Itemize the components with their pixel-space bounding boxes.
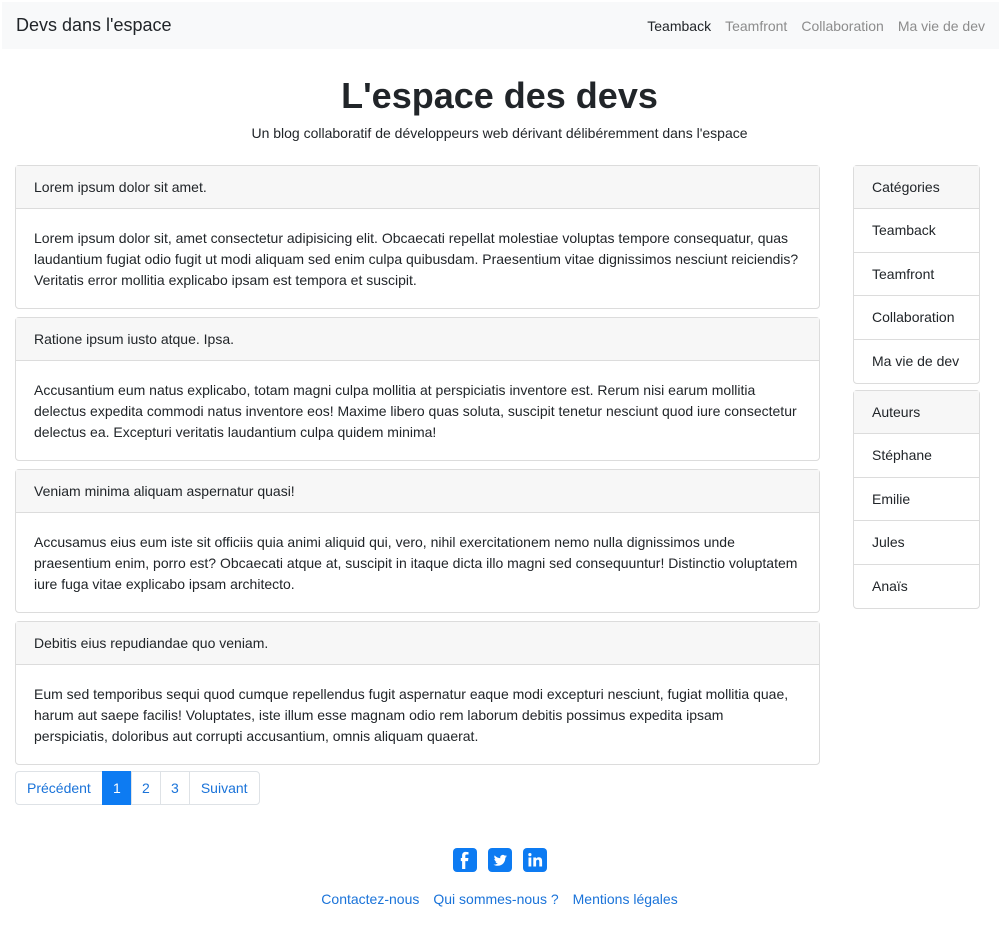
footer-links: Contactez-nous Qui sommes-nous ? Mention… <box>0 891 999 907</box>
post-card: Lorem ipsum dolor sit amet. Lorem ipsum … <box>15 165 820 309</box>
posts-list: Lorem ipsum dolor sit amet. Lorem ipsum … <box>15 165 820 773</box>
post-card: Ratione ipsum iusto atque. Ipsa. Accusan… <box>15 317 820 461</box>
category-item-ma-vie-de-dev[interactable]: Ma vie de dev <box>854 340 979 384</box>
nav-link-collaboration[interactable]: Collaboration <box>801 18 884 34</box>
post-card: Veniam minima aliquam aspernatur quasi! … <box>15 469 820 613</box>
twitter-icon[interactable] <box>487 848 512 872</box>
category-item-teamback[interactable]: Teamback <box>854 209 979 253</box>
post-title[interactable]: Ratione ipsum iusto atque. Ipsa. <box>16 318 819 361</box>
pagination-page-1[interactable]: 1 <box>101 771 132 805</box>
pagination-page-3[interactable]: 3 <box>159 771 190 805</box>
page-subtitle: Un blog collaboratif de développeurs web… <box>251 125 748 141</box>
post-body: Accusantium eum natus explicabo, totam m… <box>34 382 797 440</box>
brand-link[interactable]: Devs dans l'espace <box>16 15 172 36</box>
authors-panel: Auteurs Stéphane Emilie Jules Anaïs <box>853 390 980 609</box>
linkedin-icon[interactable] <box>522 848 547 872</box>
hero: L'espace des devs Un blog collaboratif d… <box>0 75 999 141</box>
author-item-anais[interactable]: Anaïs <box>854 565 979 609</box>
navbar: Devs dans l'espace Teamback Teamfront Co… <box>2 2 999 49</box>
pagination-next-button[interactable]: Suivant <box>188 771 260 805</box>
post-title[interactable]: Lorem ipsum dolor sit amet. <box>16 166 819 209</box>
footer: Contactez-nous Qui sommes-nous ? Mention… <box>0 848 999 907</box>
post-card: Debitis eius repudiandae quo veniam. Eum… <box>15 621 820 765</box>
post-title[interactable]: Debitis eius repudiandae quo veniam. <box>16 622 819 665</box>
categories-header: Catégories <box>854 166 979 209</box>
footer-link-contact[interactable]: Contactez-nous <box>321 891 419 907</box>
author-item-emilie[interactable]: Emilie <box>854 478 979 521</box>
page-title: L'espace des devs <box>341 75 658 116</box>
social-links <box>0 848 999 872</box>
post-body: Lorem ipsum dolor sit, amet consectetur … <box>34 230 799 288</box>
pagination-page-2[interactable]: 2 <box>130 771 161 805</box>
nav-link-teamback[interactable]: Teamback <box>647 18 711 34</box>
facebook-icon[interactable] <box>452 848 477 872</box>
author-item-stephane[interactable]: Stéphane <box>854 434 979 478</box>
nav-link-teamfront[interactable]: Teamfront <box>725 18 787 34</box>
nav-link-ma-vie-de-dev[interactable]: Ma vie de dev <box>898 18 985 34</box>
pagination: Précédent 1 2 3 Suivant <box>15 771 260 805</box>
post-body: Accusamus eius eum iste sit officiis qui… <box>34 534 798 592</box>
footer-link-legal[interactable]: Mentions légales <box>573 891 678 907</box>
category-item-collaboration[interactable]: Collaboration <box>854 296 979 340</box>
post-title[interactable]: Veniam minima aliquam aspernatur quasi! <box>16 470 819 513</box>
categories-panel: Catégories Teamback Teamfront Collaborat… <box>853 165 980 384</box>
post-body: Eum sed temporibus sequi quod cumque rep… <box>34 686 789 744</box>
category-item-teamfront[interactable]: Teamfront <box>854 253 979 296</box>
authors-header: Auteurs <box>854 391 979 434</box>
pagination-prev-button[interactable]: Précédent <box>15 771 103 805</box>
nav-links: Teamback Teamfront Collaboration Ma vie … <box>647 18 985 34</box>
footer-link-about[interactable]: Qui sommes-nous ? <box>433 891 558 907</box>
author-item-jules[interactable]: Jules <box>854 521 979 565</box>
